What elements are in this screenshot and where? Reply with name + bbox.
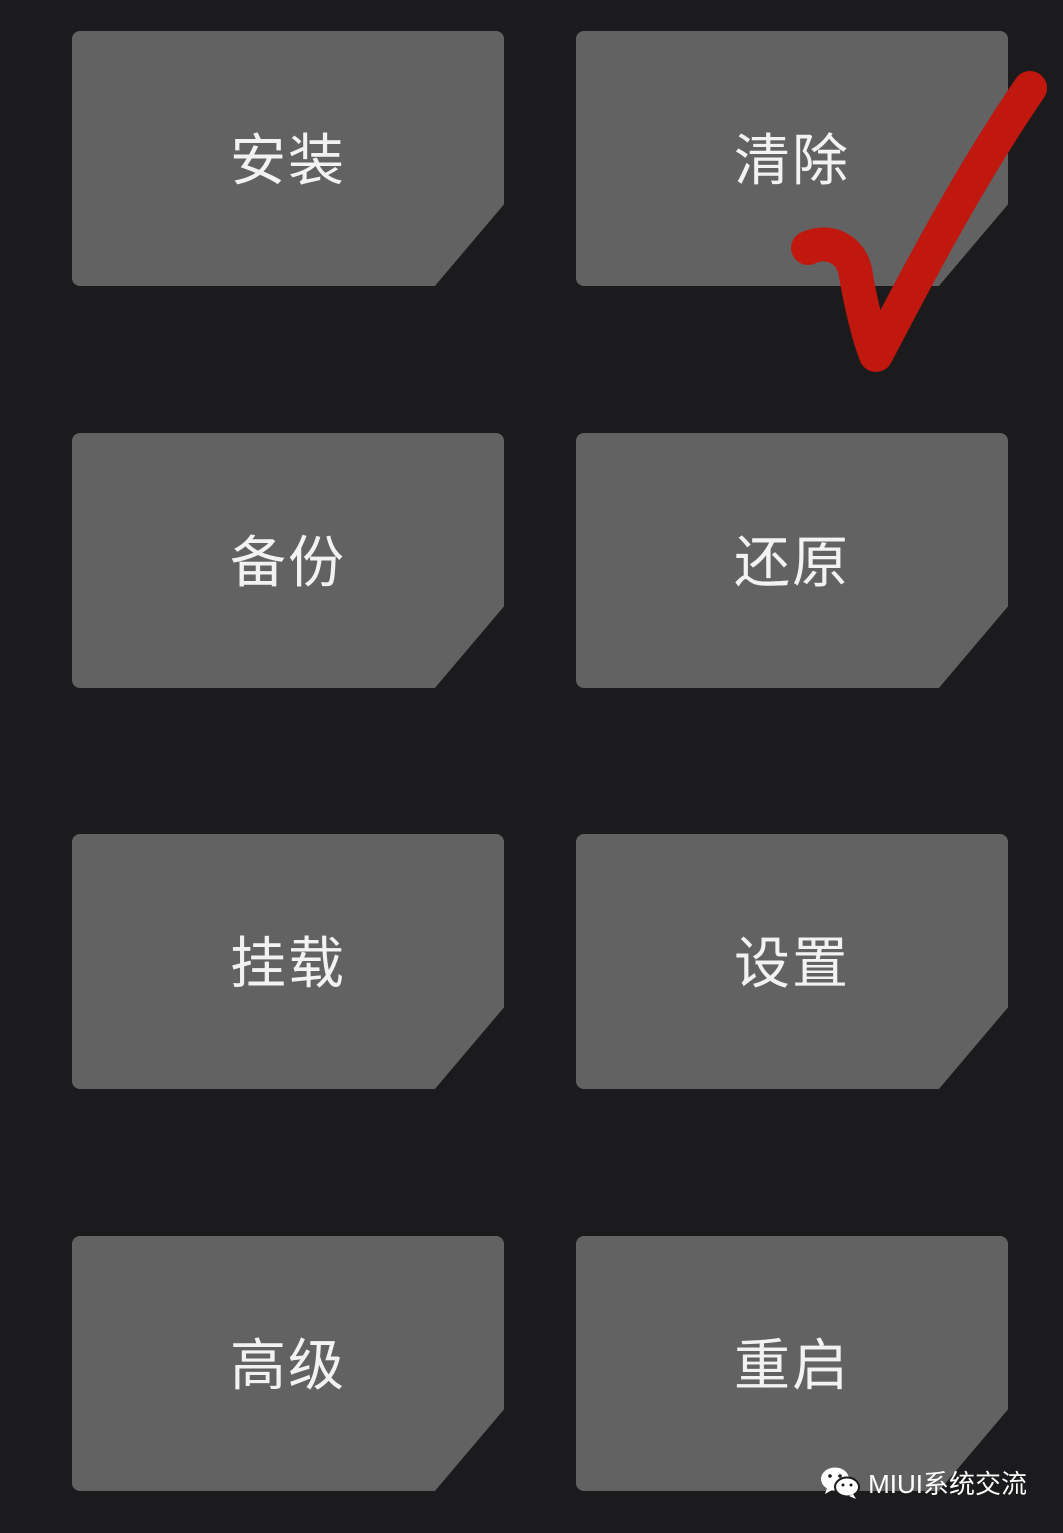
reboot-button[interactable]: 重启 <box>576 1236 1008 1491</box>
wipe-button[interactable]: 清除 <box>576 31 1008 286</box>
advanced-button[interactable]: 高级 <box>72 1236 504 1491</box>
restore-button-label: 还原 <box>734 531 850 596</box>
reboot-button-label: 重启 <box>734 1334 850 1399</box>
mount-button[interactable]: 挂载 <box>72 834 504 1089</box>
watermark: MIUI系统交流 <box>820 1464 1027 1501</box>
backup-button-label: 备份 <box>230 531 346 596</box>
restore-button[interactable]: 还原 <box>576 433 1008 688</box>
advanced-button-label: 高级 <box>230 1334 346 1399</box>
install-button-label: 安装 <box>230 129 346 194</box>
settings-button-label: 设置 <box>734 932 850 997</box>
wechat-icon <box>821 1467 861 1499</box>
settings-button[interactable]: 设置 <box>576 834 1008 1089</box>
mount-button-label: 挂载 <box>230 932 346 997</box>
wipe-button-label: 清除 <box>734 129 850 194</box>
watermark-text: MIUI系统交流 <box>868 1469 1027 1499</box>
install-button[interactable]: 安装 <box>72 31 504 286</box>
backup-button[interactable]: 备份 <box>72 433 504 688</box>
recovery-main-menu: 安装 清除 备份 还原 挂载 设置 高级 重启 MIUI系统交流 <box>0 0 1063 1533</box>
